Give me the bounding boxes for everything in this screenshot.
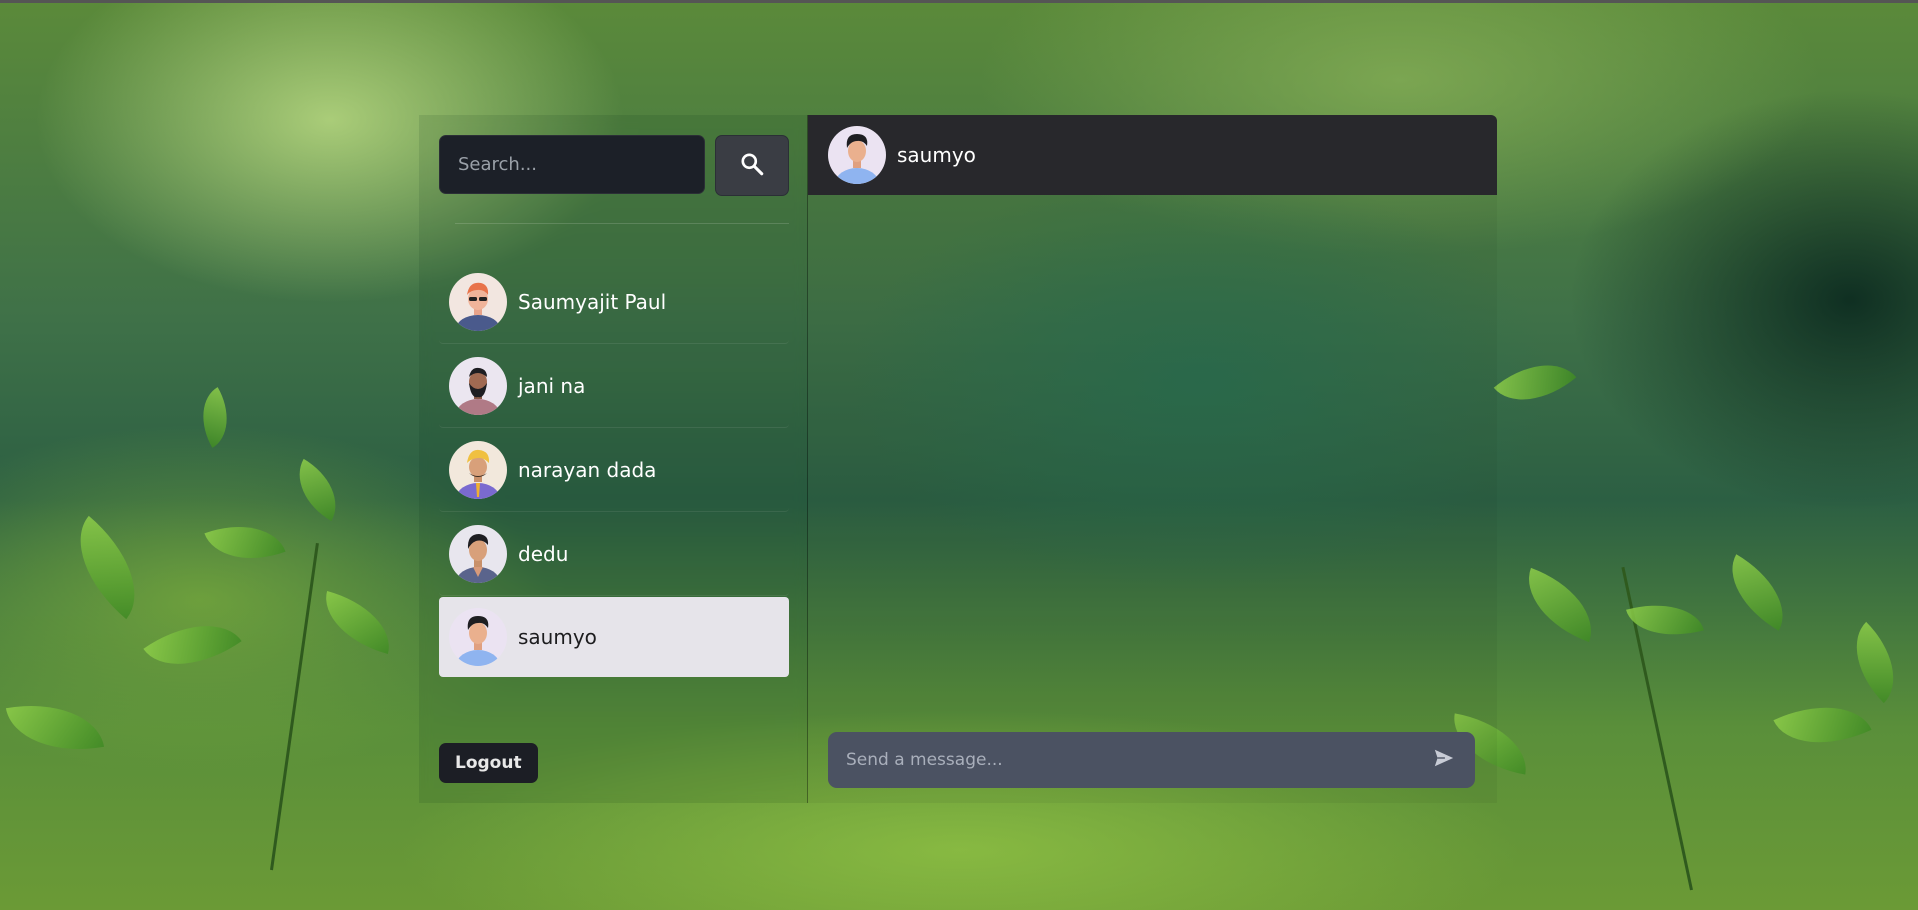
avatar <box>828 126 886 184</box>
avatar <box>449 524 507 583</box>
message-input[interactable] <box>844 749 1431 771</box>
contact-item-active[interactable]: saumyo <box>439 597 789 677</box>
search-icon <box>739 151 765 181</box>
avatar <box>449 608 507 666</box>
chat-panel: saumyo <box>808 115 1497 803</box>
contact-item[interactable]: narayan dada <box>439 428 789 512</box>
browser-top-border <box>0 0 1918 3</box>
logout-button[interactable]: Logout <box>439 743 538 783</box>
avatar <box>449 272 507 331</box>
avatar <box>449 356 507 415</box>
chat-app: Saumyajit Paul jani na <box>419 115 1497 803</box>
message-composer <box>828 732 1475 788</box>
search-bar <box>439 135 789 196</box>
send-icon <box>1433 747 1455 773</box>
send-button[interactable] <box>1431 747 1457 773</box>
contact-item[interactable]: jani na <box>439 344 789 428</box>
contact-item[interactable]: dedu <box>439 512 789 596</box>
contact-name: dedu <box>518 541 569 566</box>
contact-item[interactable]: Saumyajit Paul <box>439 260 789 344</box>
chat-header: saumyo <box>808 115 1497 195</box>
contact-name: jani na <box>518 373 586 398</box>
sidebar: Saumyajit Paul jani na <box>419 115 808 803</box>
search-input[interactable] <box>439 135 705 194</box>
avatar <box>449 440 507 499</box>
chat-recipient-name: saumyo <box>897 143 976 167</box>
search-button[interactable] <box>715 135 789 196</box>
divider <box>455 223 789 224</box>
contact-name: narayan dada <box>518 457 657 482</box>
message-area <box>808 195 1497 803</box>
contact-name: saumyo <box>518 625 597 649</box>
contact-list: Saumyajit Paul jani na narayan dada dedu… <box>439 260 789 677</box>
contact-name: Saumyajit Paul <box>518 289 667 314</box>
